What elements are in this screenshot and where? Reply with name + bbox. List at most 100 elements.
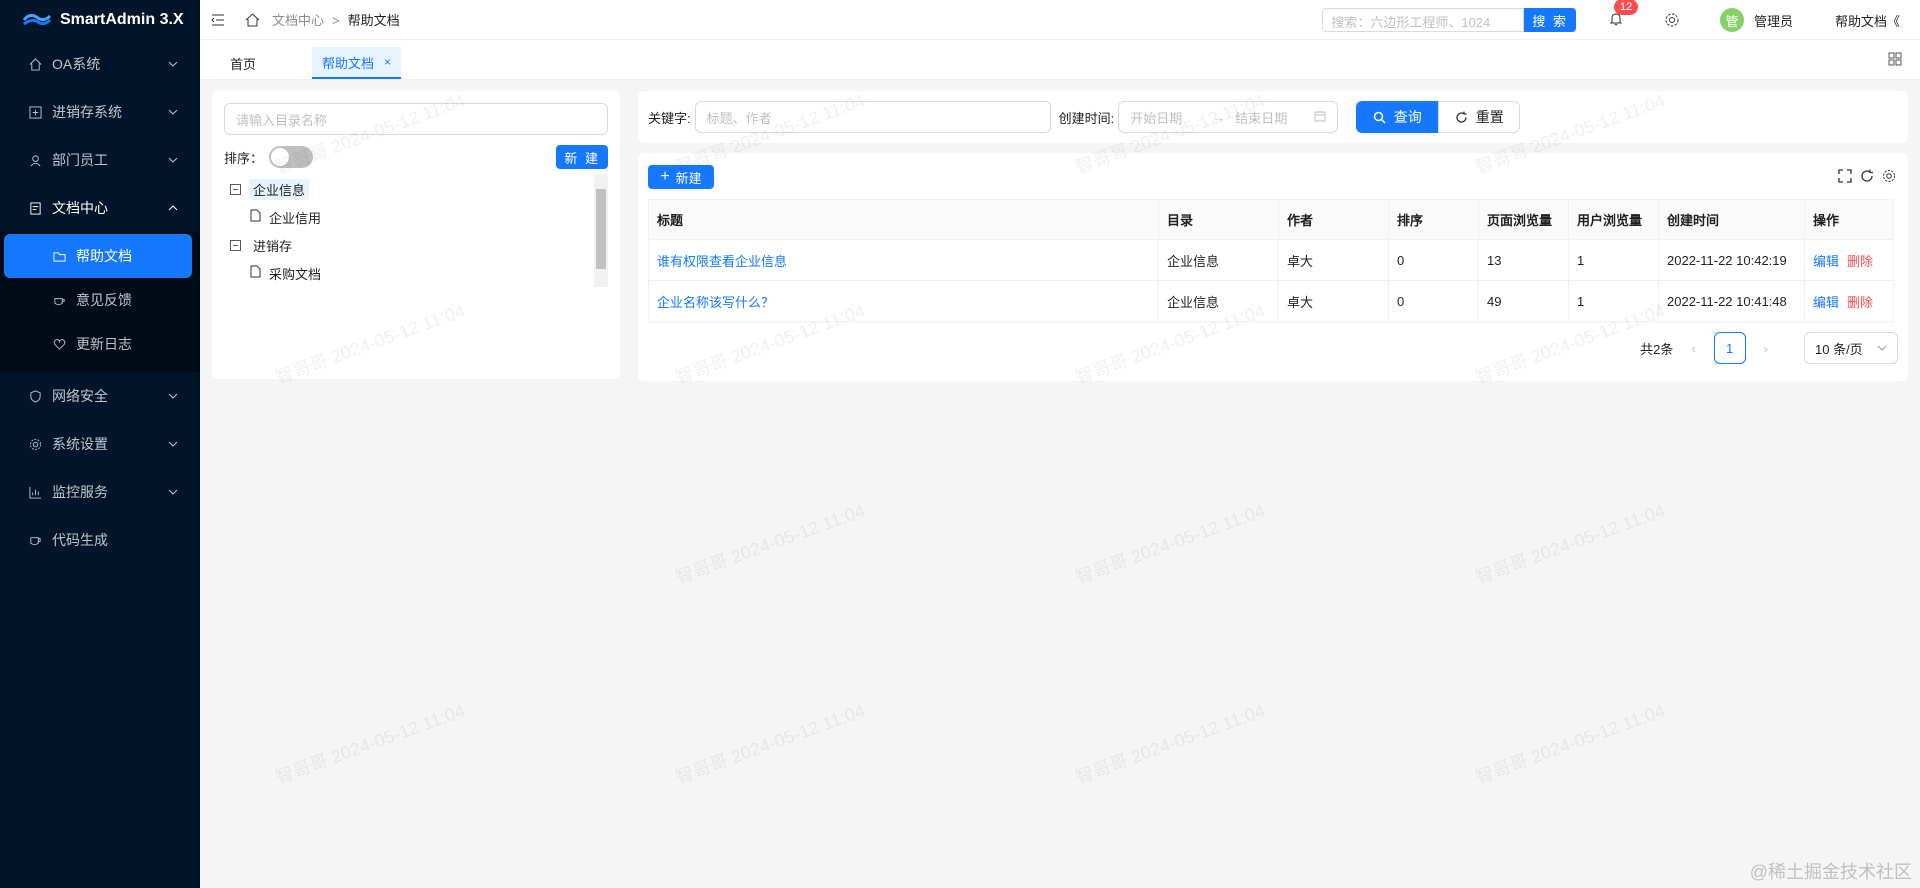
watermark: 智哥哥 2024-05-12 11:04 <box>272 700 468 788</box>
home-icon[interactable] <box>244 12 260 28</box>
chevron-right-icon[interactable]: › <box>1764 341 1768 356</box>
end-date-input[interactable]: 结束日期 <box>1235 108 1287 127</box>
tab-help-docs[interactable]: 帮助文档 × <box>312 47 402 79</box>
doc-center-submenu: 帮助文档 意见反馈 更新日志 <box>0 232 200 372</box>
reload-icon[interactable] <box>1860 169 1874 186</box>
watermark: 智哥哥 2024-05-12 11:04 <box>1472 700 1668 788</box>
chevron-down-icon <box>168 109 178 115</box>
date-range-picker[interactable]: 开始日期 → 结束日期 <box>1118 101 1339 133</box>
close-icon[interactable]: × <box>384 55 391 69</box>
catalog-search-input[interactable]: 请输入目录名称 <box>224 103 608 135</box>
sort-row: 排序： 新 建 <box>224 145 608 169</box>
column-settings-icon[interactable] <box>1882 169 1896 186</box>
chart-icon <box>28 485 42 499</box>
cell-sort: 0 <box>1388 239 1479 281</box>
notification-button[interactable]: 12 <box>1608 0 1639 30</box>
search-button[interactable]: 搜 索 <box>1524 8 1576 32</box>
cell-catalog: 企业信息 <box>1158 239 1279 281</box>
keyword-label: 关键字: <box>648 110 691 126</box>
cell-user-views: 1 <box>1568 239 1659 281</box>
range-arrow: → <box>1212 109 1226 125</box>
edit-link[interactable]: 编辑 <box>1813 295 1839 310</box>
doc-title-link[interactable]: 谁有权限查看企业信息 <box>657 254 787 269</box>
help-doc-link[interactable]: 帮助文档《 <box>1835 11 1900 30</box>
breadcrumb-separator: > <box>332 13 340 28</box>
cup-icon <box>28 533 42 547</box>
sidebar-item-help-docs[interactable]: 帮助文档 <box>4 234 192 278</box>
cell-created: 2022-11-22 10:41:48 <box>1658 280 1805 322</box>
app-title: SmartAdmin 3.X <box>60 11 184 28</box>
menu-fold-icon[interactable] <box>210 12 226 28</box>
tree-scrollbar[interactable] <box>594 175 608 287</box>
reload-icon <box>1456 111 1467 123</box>
doc-title-link[interactable]: 企业名称该写什么？ <box>657 295 774 310</box>
delete-link[interactable]: 删除 <box>1847 295 1873 310</box>
chevron-down-icon <box>1877 345 1887 351</box>
breadcrumb-item[interactable]: 文档中心 <box>272 13 324 28</box>
search-input[interactable]: 搜索：六边形工程师、1024 <box>1322 8 1525 32</box>
cell-user-views: 1 <box>1568 280 1659 322</box>
sidebar-item-inventory[interactable]: 进销存系统 <box>0 88 200 136</box>
edit-link[interactable]: 编辑 <box>1813 254 1839 269</box>
chevron-down-icon <box>168 393 178 399</box>
sidebar-item-network-security[interactable]: 网络安全 <box>0 372 200 420</box>
shield-icon <box>28 389 42 403</box>
scrollbar-thumb[interactable] <box>596 189 606 269</box>
query-form: 关键字: 标题、作者 创建时间: 开始日期 → 结束日期 查询 重置 <box>638 91 1908 143</box>
new-document-button[interactable]: + 新建 <box>648 165 714 189</box>
sidebar-item-changelog[interactable]: 更新日志 <box>4 322 192 366</box>
sidebar-item-feedback[interactable]: 意见反馈 <box>4 278 192 322</box>
column-header: 创建时间 <box>1658 199 1805 240</box>
reset-button[interactable]: 重置 <box>1438 101 1521 133</box>
document-table-panel: + 新建 标题 目录 作者 排序 页面浏览量 用户浏览量 创建时间 操作 谁有权限… <box>638 153 1908 381</box>
coffee-icon <box>52 293 66 307</box>
fullscreen-icon[interactable] <box>1838 169 1852 186</box>
collapse-icon[interactable] <box>230 239 241 251</box>
sidebar-item-monitoring[interactable]: 监控服务 <box>0 468 200 516</box>
collapse-icon[interactable] <box>230 183 241 195</box>
cell-page-views: 13 <box>1478 239 1569 281</box>
sidebar-item-doc-center[interactable]: 文档中心 <box>0 184 200 232</box>
sidebar: SmartAdmin 3.X OA系统 进销存系统 部门员工 文档中心 帮助文档… <box>0 0 200 888</box>
sidebar-item-department[interactable]: 部门员工 <box>0 136 200 184</box>
logo[interactable]: SmartAdmin 3.X <box>0 0 200 40</box>
user-name[interactable]: 管理员 <box>1754 11 1793 30</box>
cell-catalog: 企业信息 <box>1158 280 1279 322</box>
document-table: 标题 目录 作者 排序 页面浏览量 用户浏览量 创建时间 操作 谁有权限查看企业… <box>648 199 1894 322</box>
page-size-select[interactable]: 10 条/页 <box>1804 332 1898 364</box>
tree-node-file[interactable]: 企业信用 <box>224 203 608 231</box>
watermark: 智哥哥 2024-05-12 11:04 <box>672 500 868 588</box>
column-header: 目录 <box>1158 199 1279 240</box>
tree-node-folder[interactable]: 进销存 <box>224 231 608 259</box>
query-button[interactable]: 查询 <box>1356 101 1439 133</box>
column-header: 标题 <box>648 199 1159 240</box>
cell-sort: 0 <box>1388 280 1479 322</box>
settings-gear-icon[interactable] <box>1664 12 1680 28</box>
table-row: 企业名称该写什么？ 企业信息 卓大 0 49 1 2022-11-22 10:4… <box>648 280 1894 322</box>
cell-author: 卓大 <box>1278 280 1389 322</box>
sort-toggle[interactable] <box>269 146 314 168</box>
avatar[interactable]: 管 <box>1719 8 1744 32</box>
sidebar-item-codegen[interactable]: 代码生成 <box>0 516 200 564</box>
column-header: 页面浏览量 <box>1478 199 1569 240</box>
watermark: 智哥哥 2024-05-12 11:04 <box>672 700 868 788</box>
chevron-down-icon <box>168 489 178 495</box>
calendar-icon <box>1314 110 1326 125</box>
page-number[interactable]: 1 <box>1713 332 1746 364</box>
grid-icon[interactable] <box>1888 52 1902 69</box>
tree-node-folder[interactable]: 企业信息 <box>224 175 608 203</box>
tab-home[interactable]: 首页 <box>220 47 266 79</box>
chevron-left-icon[interactable]: ‹ <box>1691 341 1695 356</box>
chevron-down-icon <box>168 441 178 447</box>
file-icon <box>250 265 261 281</box>
sidebar-item-oa[interactable]: OA系统 <box>0 40 200 88</box>
new-catalog-button[interactable]: 新 建 <box>556 145 608 169</box>
delete-link[interactable]: 删除 <box>1847 254 1873 269</box>
sidebar-item-system-settings[interactable]: 系统设置 <box>0 420 200 468</box>
top-header: 文档中心 > 帮助文档 搜索：六边形工程师、1024 搜 索 12 管 管理员 帮助… <box>200 0 1920 40</box>
keyword-input[interactable]: 标题、作者 <box>694 101 1051 133</box>
sort-label: 排序： <box>224 150 264 166</box>
home-icon <box>28 57 42 71</box>
tree-node-file[interactable]: 采购文档 <box>224 259 608 287</box>
start-date-input[interactable]: 开始日期 <box>1130 108 1182 127</box>
